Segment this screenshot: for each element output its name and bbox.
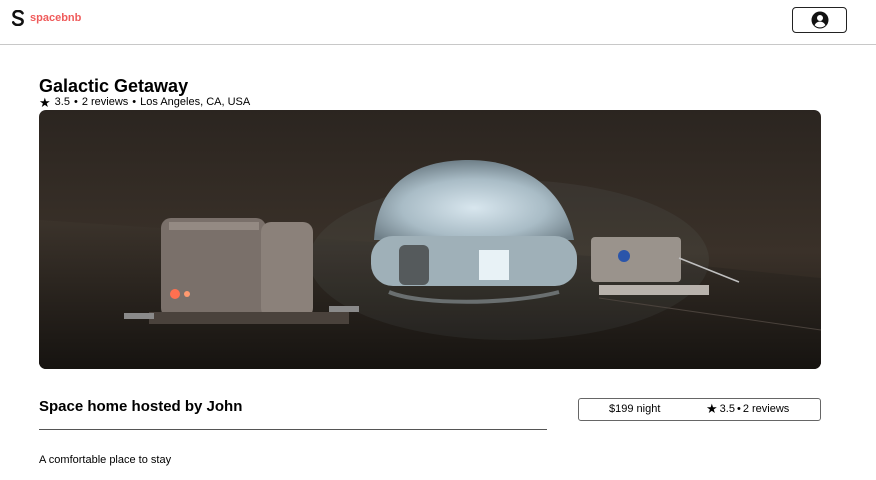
listing-description: A comfortable place to stay <box>39 454 172 466</box>
user-circle-icon <box>811 11 828 29</box>
section-divider <box>39 429 547 430</box>
location-link[interactable]: Los Angeles, CA, USA <box>140 96 250 109</box>
booking-rating-value: 3.5 <box>719 402 735 415</box>
meta-separator: • <box>132 96 137 108</box>
brand-name: spacebnb <box>30 12 82 24</box>
listing-rating: 3.5 <box>54 96 70 108</box>
top-nav: spacebnb <box>0 0 876 45</box>
host-heading: Space home hosted by John <box>39 398 243 415</box>
star-icon: ★ <box>39 95 51 110</box>
profile-menu-button[interactable] <box>792 7 847 33</box>
nightly-price: $199 night <box>609 403 661 415</box>
logo-s-icon <box>12 10 24 26</box>
listing-meta: ★ 3.5 • 2 reviews • Los Angeles, CA, USA <box>39 96 250 109</box>
logo-link[interactable]: spacebnb <box>12 10 81 26</box>
listing-title: Galactic Getaway <box>39 76 189 96</box>
meta-separator: • <box>736 402 741 415</box>
star-icon: ★ <box>706 401 718 416</box>
reviews-link[interactable]: 2 reviews <box>82 96 128 109</box>
booking-rating-summary: ★ 3.5 • 2 reviews <box>706 402 789 415</box>
listing-photo <box>39 110 821 369</box>
booking-card: $199 night ★ 3.5 • 2 reviews <box>578 398 821 421</box>
booking-reviews-link[interactable]: 2 reviews <box>743 403 789 415</box>
meta-separator: • <box>73 96 78 108</box>
